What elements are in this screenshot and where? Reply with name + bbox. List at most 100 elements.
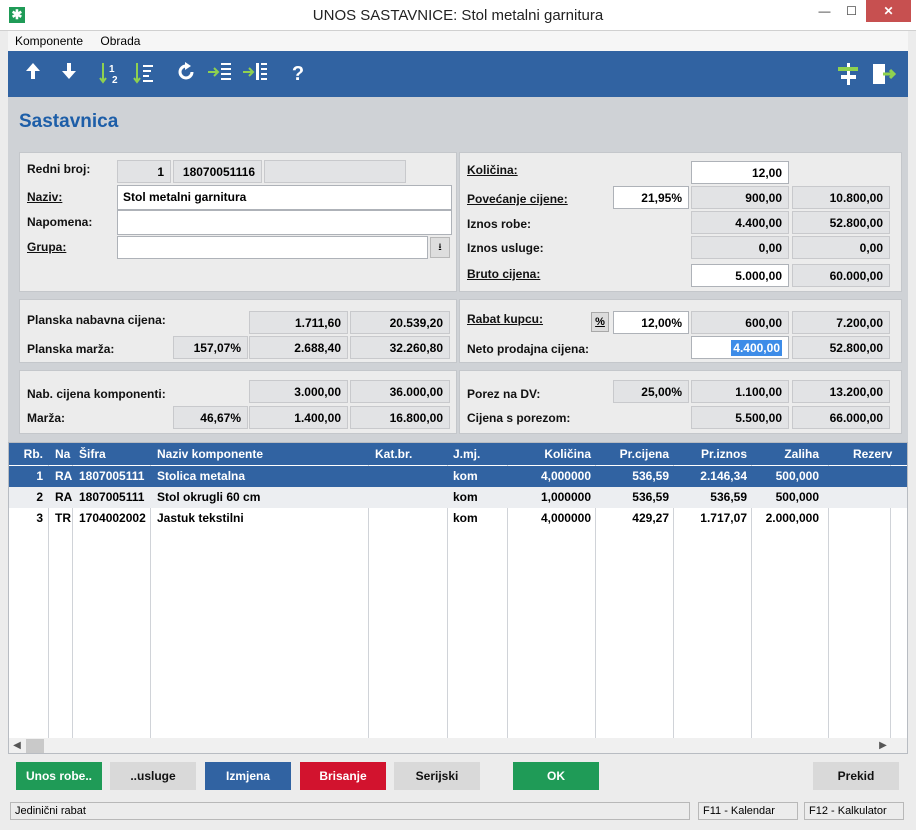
arrow-down-icon[interactable] [58,61,80,87]
refresh-icon[interactable] [174,61,198,87]
bruto-input[interactable]: 5.000,00 [691,264,789,287]
arrow-up-icon[interactable] [22,61,44,87]
col-rezerv[interactable]: Rezerv [849,443,907,465]
povecanje-total: 10.800,00 [792,186,890,209]
cell-zaliha: 2.000,000 [765,511,819,525]
scroll-thumb[interactable] [26,739,44,753]
rabat-pct-input[interactable]: 12,00% [613,311,689,334]
col-sifra[interactable]: Šifra [75,443,150,465]
scroll-right-icon[interactable]: ▶ [875,738,891,753]
sifra-value: 18070051116 [173,160,262,183]
ok-button[interactable]: OK [513,762,599,790]
brisanje-button[interactable]: Brisanje [300,762,386,790]
iznos-robe-value: 4.400,00 [691,211,789,234]
menu-komponente[interactable]: Komponente [8,31,90,51]
col-jmj[interactable]: J.mj. [449,443,507,465]
grupa-dropdown-icon[interactable]: ⭳ [430,237,450,258]
toolbar: 12 ? [8,51,908,97]
maximize-button[interactable]: ☐ [838,0,865,22]
povecanje-label: Povećanje cijene: [467,192,568,206]
cell-kolicina: 4,000000 [540,469,591,483]
iznos-usluge-value: 0,00 [691,236,789,259]
povecanje-pct-input[interactable]: 21,95% [613,186,689,209]
cell-rezerv [849,466,907,487]
cell-rezerv [849,487,907,508]
sort-list-icon[interactable] [132,61,158,87]
bruto-label: Bruto cijena: [467,267,541,281]
rabat-total: 7.200,00 [792,311,890,334]
cell-priznos: 536,59 [710,490,747,504]
horizontal-scrollbar[interactable]: ◀ ▶ [9,738,907,753]
minimize-button[interactable]: — [811,0,838,22]
move-in-icon[interactable] [206,61,236,87]
kolicina-input[interactable]: 12,00 [691,161,789,184]
cell-sifra: 1807005111 [79,469,145,483]
sort-12-icon[interactable]: 12 [98,61,124,87]
col-kolicina[interactable]: Količina [509,443,595,465]
col-na[interactable]: Na [51,443,73,465]
scroll-left-icon[interactable]: ◀ [9,738,25,753]
form-area: Sastavnica Redni broj: 1 18070051116 Naz… [8,97,908,442]
prekid-button[interactable]: Prekid [813,762,899,790]
napomena-input[interactable] [117,210,452,235]
naziv-input[interactable]: Stol metalni garnitura [117,185,452,210]
percent-button[interactable]: % [591,312,609,332]
status-message: Jedinični rabat [10,802,690,820]
porez-panel: Porez na DV: 25,00% 1.100,00 13.200,00 C… [459,370,902,434]
product-panel: Redni broj: 1 18070051116 Naziv: Stol me… [19,152,457,292]
cell-jmj: kom [453,469,478,483]
menu-obrada[interactable]: Obrada [93,31,147,51]
planska-marza-label: Planska marža: [27,342,115,356]
usluge-button[interactable]: ..usluge [110,762,196,790]
unos-robe-button[interactable]: Unos robe.. [16,762,102,790]
cell-prcijena: 429,27 [632,511,669,525]
table-row[interactable]: 1 RA 1807005111 Stolica metalna kom 4,00… [9,466,907,487]
table-row[interactable]: 3 TR 1704002002 Jastuk tekstilni kom 4,0… [9,508,907,529]
col-prcijena[interactable]: Pr.cijena [597,443,673,465]
cell-katbr [371,487,447,508]
cell-zaliha: 500,000 [775,469,819,483]
neto-selected-text: 4.400,00 [731,340,782,356]
cell-katbr [371,508,447,529]
components-table[interactable]: Rb. Na Šifra Naziv komponente Kat.br. J.… [8,442,908,754]
col-zaliha[interactable]: Zaliha [753,443,823,465]
col-katbr[interactable]: Kat.br. [371,443,447,465]
col-priznos[interactable]: Pr.iznos [675,443,751,465]
kolicina-label: Količina: [467,163,518,177]
planska-marza-total: 32.260,80 [350,336,450,359]
close-button[interactable]: ✕ [866,0,911,22]
iznos-usluge-total: 0,00 [792,236,890,259]
cell-jmj: kom [453,490,478,504]
cell-rb: 2 [36,490,43,504]
cell-naziv: Stolica metalna [157,469,246,483]
cell-prcijena: 536,59 [632,469,669,483]
page-title: Sastavnica [19,111,119,132]
menu-bar: Komponente Obrada [8,31,908,51]
iznos-usluge-label: Iznos usluge: [467,241,544,255]
move-in-all-icon[interactable] [241,61,271,87]
serijski-button[interactable]: Serijski [394,762,480,790]
settings-icon[interactable] [835,61,863,87]
cell-jmj: kom [453,511,478,525]
povecanje-value: 900,00 [691,186,789,209]
col-rb[interactable]: Rb. [9,443,47,465]
col-naziv[interactable]: Naziv komponente [153,443,367,465]
komponente-panel: Nab. cijena komponenti: 3.000,00 36.000,… [19,370,457,434]
porez-pct: 25,00% [613,380,689,403]
neto-input[interactable]: 4.400,00 [691,336,789,359]
status-bar: Jedinični rabat F11 - Kalendar F12 - Kal… [8,802,908,822]
grupa-input[interactable] [117,236,428,259]
exit-icon[interactable] [870,61,898,87]
cell-naziv: Jastuk tekstilni [157,511,244,525]
neto-label: Neto prodajna cijena: [467,342,590,356]
izmjena-button[interactable]: Izmjena [205,762,291,790]
table-row[interactable]: 2 RA 1807005111 Stol okrugli 60 cm kom 1… [9,487,907,508]
help-icon[interactable]: ? [287,61,309,87]
s-porezom-label: Cijena s porezom: [467,411,571,425]
nab-komponenti-label: Nab. cijena komponenti: [27,387,166,401]
iznos-robe-total: 52.800,00 [792,211,890,234]
s-porezom-value: 5.500,00 [691,406,789,429]
price-panel: Količina: 12,00 Povećanje cijene: 21,95%… [459,152,902,292]
cell-priznos: 1.717,07 [700,511,747,525]
cell-sifra: 1807005111 [79,490,145,504]
